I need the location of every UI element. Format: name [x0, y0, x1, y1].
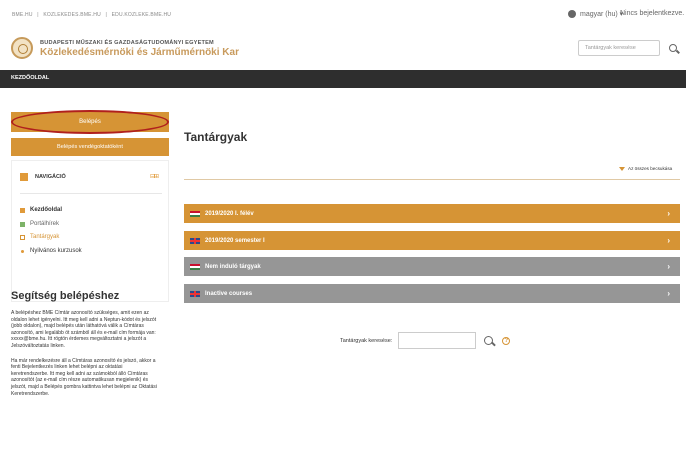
sidebar-item-label: Portálhírek	[30, 221, 60, 227]
help-paragraph: Ha már rendelkezésre áll a Címtáras azon…	[11, 357, 157, 397]
header-search-input[interactable]: Tantárgyak keresése	[578, 40, 660, 56]
english-flag-icon	[190, 237, 200, 244]
help-title: Segítség belépéshez	[11, 290, 120, 302]
navigation-block: NAVIGÁCIÓ ⊟⊞ Kezdőoldal Portálhírek Tant…	[11, 160, 169, 302]
top-bar: BME.HU | KOZLEKEDES.BME.HU | EDU.KOZLEKE…	[0, 0, 686, 26]
hungarian-flag-icon	[190, 210, 200, 217]
bullet-icon	[21, 249, 24, 253]
login-button[interactable]: Belépés	[11, 112, 169, 132]
university-logo-icon[interactable]	[11, 37, 33, 59]
help-icon[interactable]: ?	[502, 336, 511, 345]
page-title: Tantárgyak	[184, 130, 248, 144]
guest-login-button[interactable]: Belépés vendégoktatóként	[11, 138, 169, 156]
news-icon	[20, 221, 25, 227]
course-search-label: Tantárgyak keresése:	[340, 337, 393, 344]
top-links: BME.HU | KOZLEKEDES.BME.HU | EDU.KOZLEKE…	[12, 12, 174, 18]
sidebar-item-courses[interactable]: Tantárgyak	[20, 234, 59, 240]
category-row[interactable]: 2019/2020 semester I ›	[184, 231, 680, 250]
chevron-right-icon: ›	[667, 289, 670, 298]
category-label: 2019/2020 I. félév	[205, 210, 254, 217]
help-paragraph: A belépéshez BME Címtár azonosító szüksé…	[11, 310, 157, 349]
course-search: Tantárgyak keresése: ?	[340, 332, 511, 349]
divider	[184, 179, 680, 180]
sidebar-item-news[interactable]: Portálhírek	[20, 221, 59, 227]
chevron-right-icon: ›	[667, 262, 670, 271]
search-icon[interactable]	[484, 336, 494, 345]
course-search-input[interactable]	[398, 332, 477, 349]
link-edu[interactable]: EDU.KOZLEKE.BME.HU	[112, 12, 171, 18]
search-icon[interactable]	[669, 44, 677, 52]
category-row[interactable]: Nem induló tárgyak ›	[184, 257, 680, 276]
link-bme[interactable]: BME.HU	[12, 12, 33, 18]
folder-icon	[20, 234, 25, 240]
category-label: Inactive courses	[205, 290, 253, 297]
chevron-right-icon: ›	[667, 209, 670, 218]
collapse-all-link[interactable]: Az összes becsukása	[619, 166, 672, 171]
globe-icon	[568, 10, 576, 18]
university-name: BUDAPESTI MŰSZAKI ÉS GAZDASÁGTUDOMÁNYI E…	[40, 40, 214, 46]
category-row[interactable]: Inactive courses ›	[184, 284, 680, 303]
navigation-header: NAVIGÁCIÓ	[20, 173, 66, 181]
navigation-title: NAVIGÁCIÓ	[35, 174, 66, 180]
navigation-icon	[20, 173, 28, 181]
category-row[interactable]: 2019/2020 I. félév ›	[184, 204, 680, 223]
sidebar-item-home[interactable]: Kezdőoldal	[20, 207, 62, 213]
sidebar-item-label: Kezdőoldal	[30, 207, 63, 213]
category-label: Nem induló tárgyak	[205, 263, 261, 270]
separator: |	[37, 12, 39, 18]
language-selector[interactable]: magyar (hu) ▾	[568, 10, 623, 18]
english-flag-icon	[190, 290, 200, 297]
main-navbar: KEZDŐOLDAL	[0, 70, 686, 88]
block-controls-icon[interactable]: ⊟⊞	[150, 173, 159, 180]
home-icon	[20, 207, 25, 213]
hungarian-flag-icon	[190, 263, 200, 270]
sidebar-item-label: Nyilvános kurzusok	[30, 248, 82, 254]
link-kozlekedes[interactable]: KOZLEKEDES.BME.HU	[43, 12, 101, 18]
faculty-name[interactable]: Közlekedésmérnöki és Járműmérnöki Kar	[40, 47, 239, 58]
chevron-right-icon: ›	[667, 236, 670, 245]
nav-home-link[interactable]: KEZDŐOLDAL	[11, 75, 49, 81]
login-help: Segítség belépéshez A belépéshez BME Cím…	[11, 290, 169, 397]
sidebar-item-label: Tantárgyak	[30, 234, 60, 240]
separator: |	[105, 12, 108, 18]
divider	[20, 193, 162, 194]
sidebar-item-public-courses[interactable]: Nyilvános kurzusok	[20, 248, 82, 254]
language-label: magyar (hu) ▾	[580, 11, 624, 18]
login-status: Nincs bejelentkezve.	[620, 10, 685, 17]
category-label: 2019/2020 semester I	[205, 237, 265, 244]
